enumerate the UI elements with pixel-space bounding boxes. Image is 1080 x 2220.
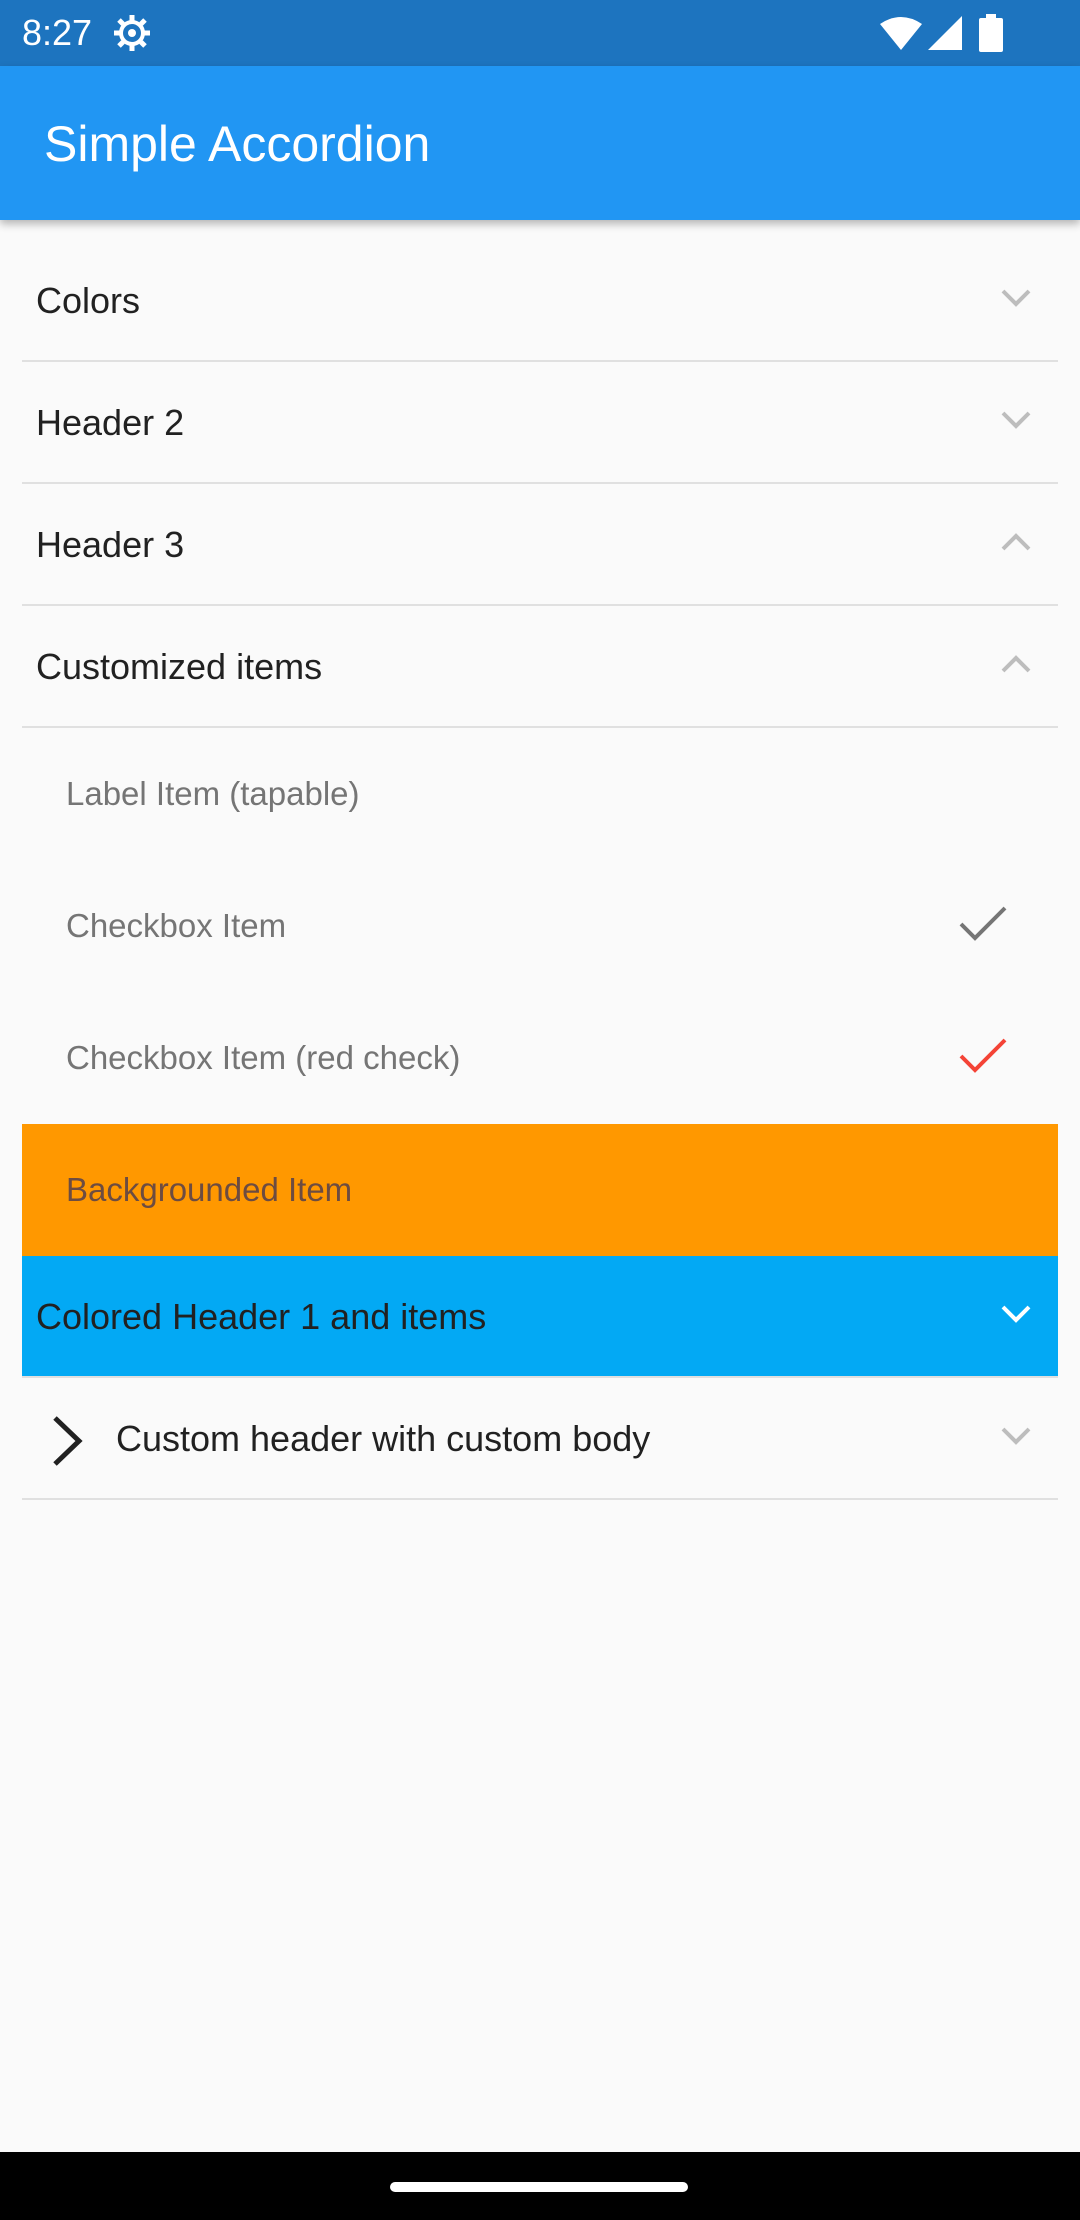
status-time: 8:27: [22, 12, 93, 53]
section-label: Header 2: [36, 402, 185, 443]
chevron-up-icon: [1001, 655, 1031, 673]
section-header-custom[interactable]: Custom header with custom body: [22, 1378, 1058, 1500]
section-label: Customized items: [36, 646, 323, 687]
section-label: Colors: [36, 280, 141, 321]
item-label: Checkbox Item (red check): [66, 1039, 461, 1076]
section-header-header-3[interactable]: Header 3: [22, 484, 1058, 606]
chevron-down-icon: [1001, 1427, 1031, 1445]
section-header-header-2[interactable]: Header 2: [22, 362, 1058, 484]
status-bar: 8:27: [0, 0, 1080, 66]
section-label: Header 3: [36, 524, 185, 565]
checkmark-icon: [959, 1038, 1007, 1073]
battery-icon: [979, 14, 1003, 52]
page-title: Simple Accordion: [44, 116, 431, 172]
item-label: Backgrounded Item: [66, 1171, 353, 1208]
item-label: Checkbox Item: [66, 907, 287, 944]
chevron-up-icon: [1001, 533, 1031, 551]
home-gesture-handle[interactable]: [390, 2182, 688, 2192]
wifi-icon: [880, 17, 922, 50]
app-bar: Simple Accordion: [0, 66, 1080, 220]
section-label: Colored Header 1 and items: [36, 1296, 487, 1337]
accordion: Colors Header 2 Header 3 Customized item…: [22, 240, 1058, 1500]
backgrounded-item[interactable]: Backgrounded Item: [22, 1124, 1058, 1256]
checkbox-item-red-check[interactable]: Checkbox Item (red check): [22, 992, 1058, 1124]
chevron-down-icon: [1001, 411, 1031, 429]
chevron-down-icon: [1001, 1305, 1031, 1323]
label-item[interactable]: Label Item (tapable): [22, 728, 1058, 860]
section-label: Custom header with custom body: [116, 1418, 651, 1459]
checkmark-icon: [959, 906, 1007, 941]
chevron-down-icon: [1001, 289, 1031, 307]
cell-signal-icon: [928, 16, 962, 50]
item-label: Label Item (tapable): [66, 775, 360, 812]
section-header-colored-header-1[interactable]: Colored Header 1 and items: [22, 1256, 1058, 1378]
navigation-bar: [0, 2152, 1080, 2220]
checkbox-item[interactable]: Checkbox Item: [22, 860, 1058, 992]
chevron-right-icon: [53, 1416, 83, 1466]
section-header-customized-items[interactable]: Customized items: [22, 606, 1058, 728]
section-header-colors[interactable]: Colors: [22, 240, 1058, 362]
settings-gear-icon: [114, 15, 150, 51]
